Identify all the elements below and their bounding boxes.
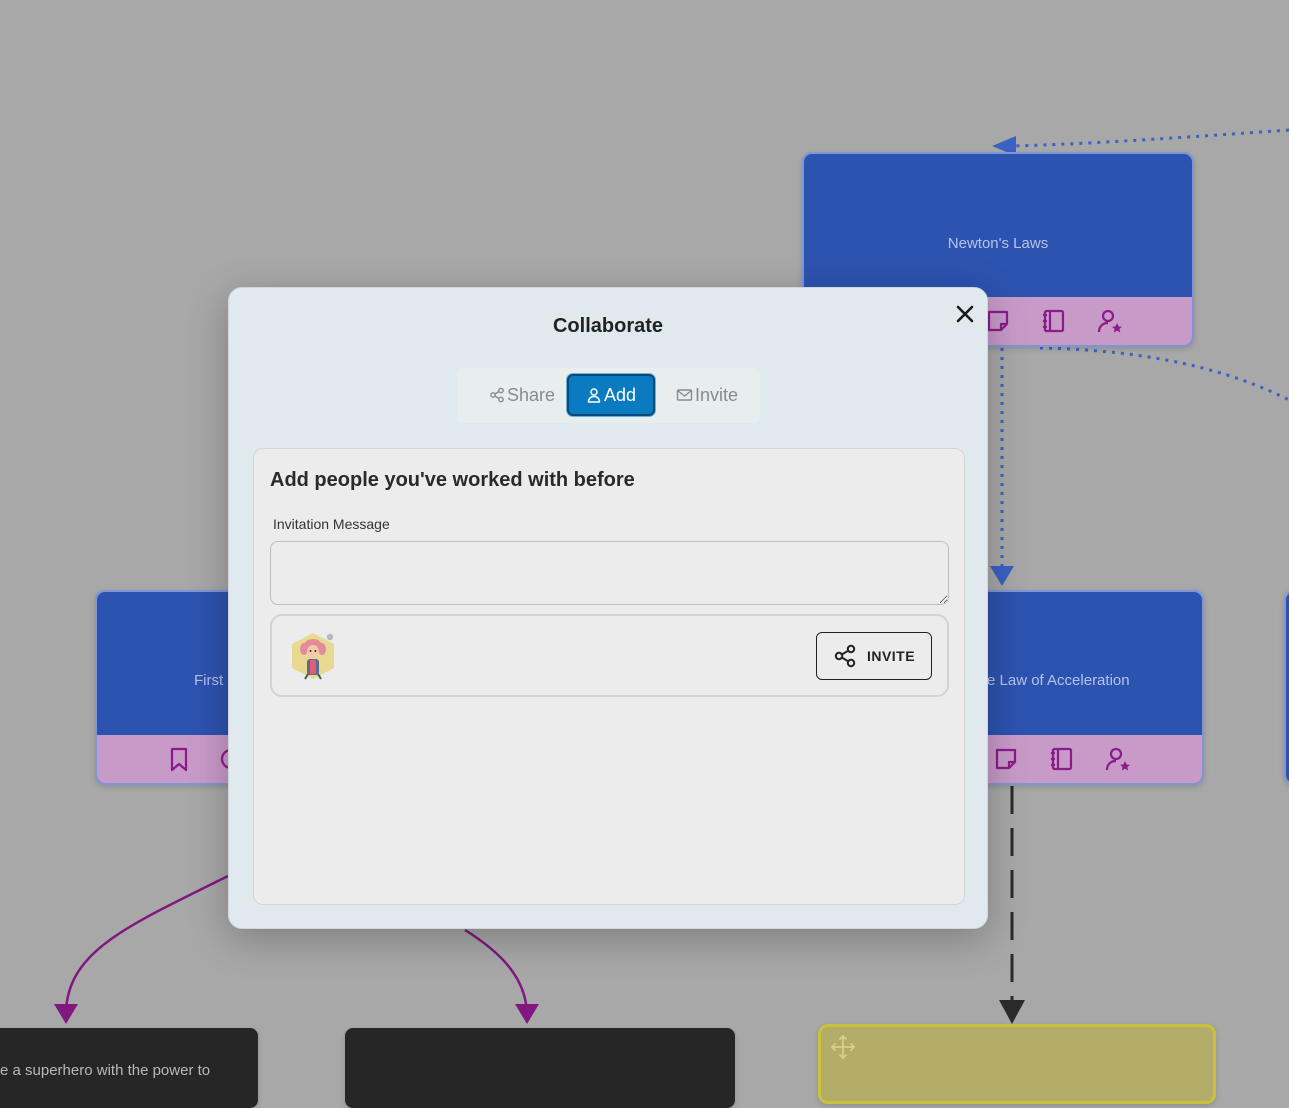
collaborate-modal: Collaborate Share Add Invite Add people …: [228, 287, 988, 929]
bookmark-icon[interactable]: [165, 745, 193, 773]
avatar[interactable]: [288, 632, 338, 680]
edge-arrowhead: [990, 566, 1014, 586]
edge-purple-mid: [464, 928, 529, 1013]
user-row: INVITE: [270, 614, 949, 697]
user-icon: [587, 388, 601, 403]
collaborate-tabs: Share Add Invite: [457, 368, 760, 423]
node-superhero-text[interactable]: e a superhero with the power to: [0, 1028, 258, 1108]
node-text-snippet: e a superhero with the power to: [0, 1062, 211, 1079]
close-icon[interactable]: [953, 302, 977, 326]
tab-label: Add: [603, 384, 637, 405]
user-star-icon[interactable]: [1096, 307, 1124, 335]
user-star-icon[interactable]: [1104, 745, 1132, 773]
note-icon[interactable]: [984, 307, 1012, 335]
add-people-panel: Add people you've worked with before Inv…: [253, 448, 965, 905]
note-icon[interactable]: [992, 745, 1020, 773]
edge-incoming-newtons: [999, 128, 1289, 148]
node-label: e Law of Acceleration: [987, 672, 1130, 689]
invite-button-label: INVITE: [866, 648, 916, 664]
tab-share[interactable]: Share: [472, 374, 572, 416]
tab-add[interactable]: Add: [567, 374, 655, 416]
node-label: Newton's Laws: [947, 235, 1049, 252]
tab-label: Share: [506, 384, 556, 405]
modal-title: Collaborate: [552, 315, 664, 337]
tab-label: Invite: [694, 384, 739, 405]
node-offscreen-right[interactable]: [1284, 590, 1289, 785]
node-dark-middle[interactable]: [345, 1028, 735, 1108]
tab-invite[interactable]: Invite: [662, 374, 752, 416]
invite-button[interactable]: INVITE: [816, 632, 932, 680]
edge-purple-left: [64, 874, 229, 1013]
notebook-icon[interactable]: [1040, 307, 1068, 335]
node-yellow[interactable]: [818, 1024, 1216, 1104]
mail-icon: [676, 389, 693, 401]
invitation-message-field[interactable]: [270, 541, 949, 605]
panel-heading: Add people you've worked with before: [270, 469, 635, 491]
invitation-message-label: Invitation Message: [273, 516, 390, 532]
share-icon: [834, 644, 856, 668]
notebook-icon[interactable]: [1048, 745, 1076, 773]
edge-arrowhead: [54, 1004, 78, 1024]
edge-arrowhead: [515, 1004, 539, 1024]
move-icon[interactable]: [829, 1033, 857, 1061]
share-icon: [490, 387, 504, 403]
edge-newtons-right: [1039, 346, 1289, 402]
edge-arrowhead: [999, 1000, 1025, 1024]
